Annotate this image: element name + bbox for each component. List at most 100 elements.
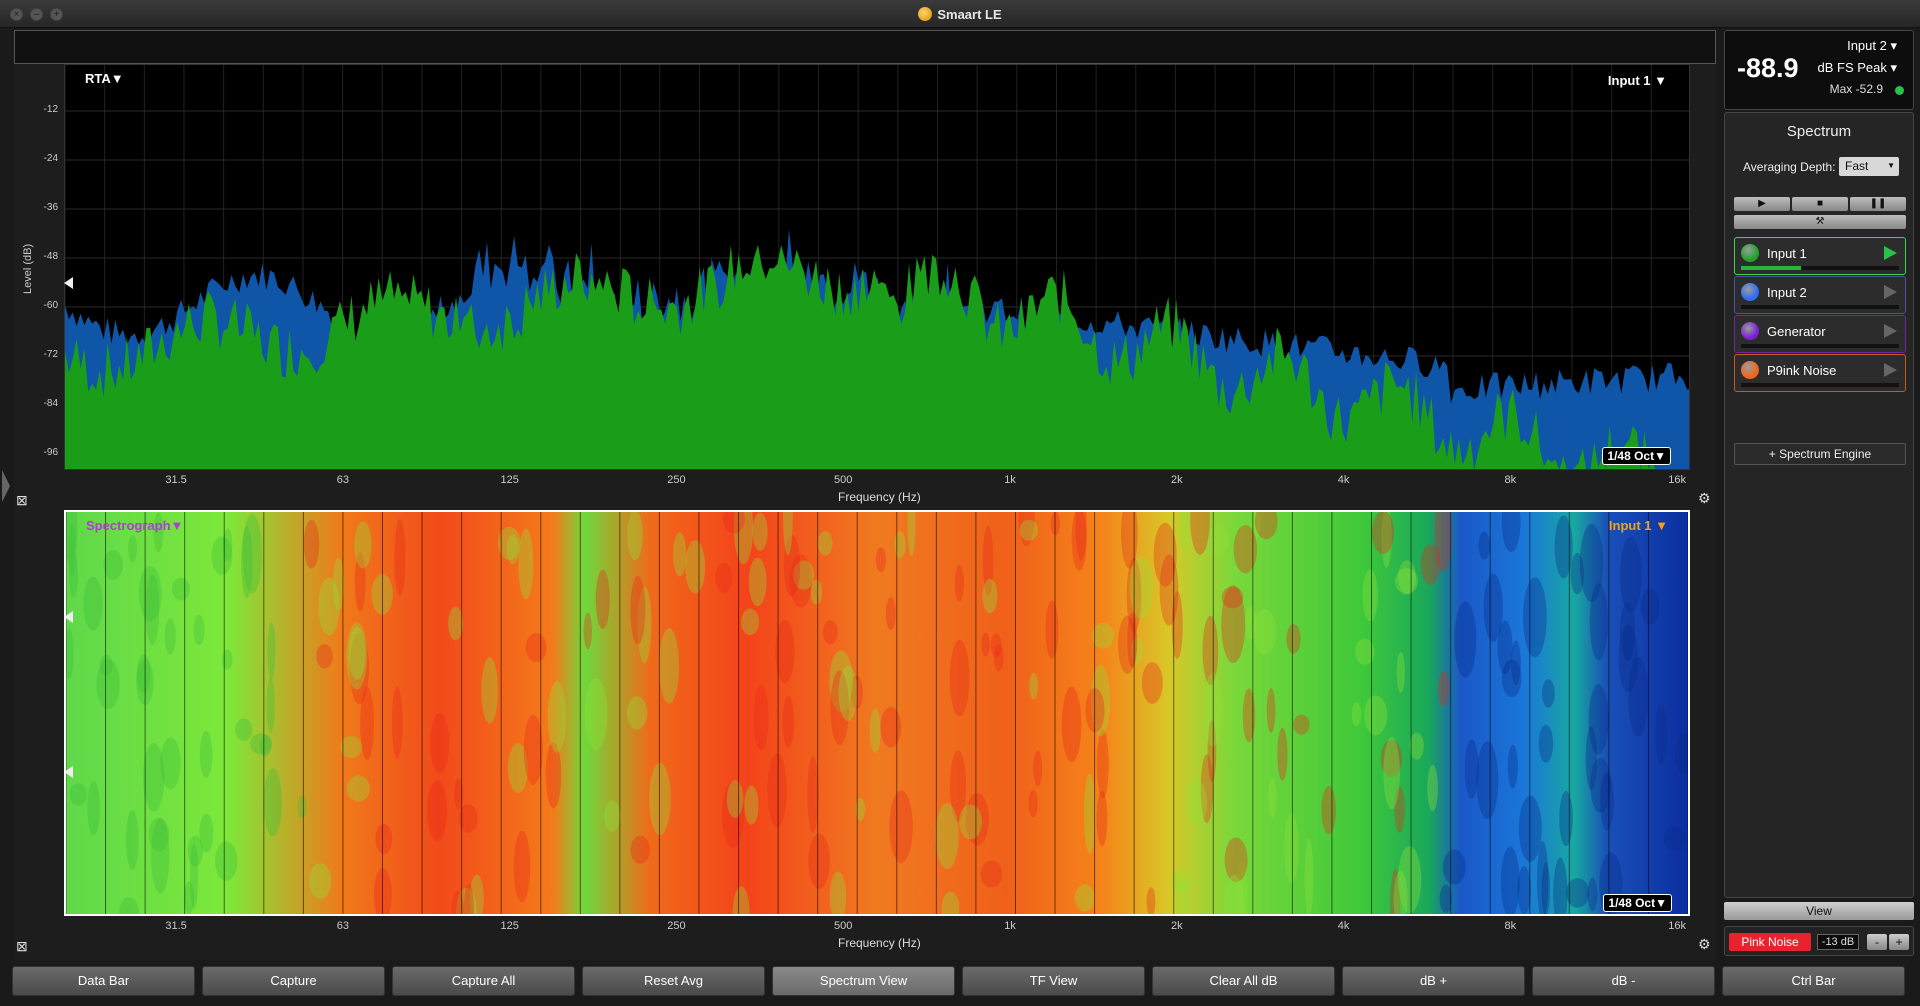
spectrograph-texture xyxy=(222,649,233,670)
generator-level[interactable]: -13 dB xyxy=(1817,934,1859,950)
close-plot-icon[interactable]: ⊠ xyxy=(16,492,28,509)
spectrograph-texture xyxy=(1074,884,1095,912)
rta-type-tag[interactable]: RTA▼ xyxy=(85,71,124,86)
db-button[interactable]: dB - xyxy=(1532,966,1715,996)
spectrograph-settings-gear-icon[interactable]: ⚙ xyxy=(1698,936,1711,953)
spectrograph-texture xyxy=(1286,623,1301,654)
spectrograph-texture xyxy=(1277,727,1288,781)
source-label: P9ink Noise xyxy=(1767,363,1837,378)
spectrograph-texture xyxy=(171,577,190,601)
ctrl-bar-button[interactable]: Ctrl Bar xyxy=(1722,966,1905,996)
spectrograph-texture xyxy=(332,557,344,611)
spectrograph-x-tick: 63 xyxy=(336,920,349,932)
reset-avg-button[interactable]: Reset Avg xyxy=(582,966,765,996)
spectrograph-texture xyxy=(1266,688,1276,734)
source-play-icon[interactable] xyxy=(1884,246,1897,260)
spectrograph-texture xyxy=(391,686,403,760)
meter-input-select[interactable]: Input 2 ▾ xyxy=(1847,38,1897,54)
source-button-input-2[interactable]: Input 2 xyxy=(1734,276,1906,314)
rta-input-tag[interactable]: Input 1 ▼ xyxy=(1608,73,1667,88)
spectrograph-upper-marker[interactable] xyxy=(64,611,73,623)
data-bar xyxy=(14,30,1716,64)
spectrograph-texture xyxy=(523,714,543,785)
spectrograph-texture xyxy=(1501,659,1522,698)
spectrograph-texture xyxy=(354,521,372,569)
spectrograph-type-tag[interactable]: Spectrograph▼ xyxy=(86,518,183,533)
spectrum-view-button[interactable]: Spectrum View xyxy=(772,966,955,996)
capture-button[interactable]: Capture xyxy=(202,966,385,996)
spectrograph-texture xyxy=(193,614,205,646)
settings-gear-icon[interactable]: ⚙ xyxy=(1698,490,1711,507)
generator-minus-button[interactable]: - xyxy=(1867,934,1887,950)
rta-y-tick: -12 xyxy=(43,104,58,115)
source-play-icon[interactable] xyxy=(1884,363,1897,377)
pause-button[interactable]: ❚❚ xyxy=(1850,197,1906,211)
spectrograph-texture xyxy=(128,535,138,563)
spectrograph-texture xyxy=(263,768,282,837)
spectrograph-texture xyxy=(1045,600,1059,659)
tools-button[interactable]: ⚒ xyxy=(1734,215,1906,229)
capture-all-button[interactable]: Capture All xyxy=(392,966,575,996)
stop-button[interactable]: ■ xyxy=(1792,197,1848,211)
view-button[interactable]: View xyxy=(1724,902,1914,920)
spectrograph-texture xyxy=(875,547,886,573)
spectrograph-texture xyxy=(1033,750,1043,787)
spectrograph-texture xyxy=(1061,686,1082,763)
meter-max: Max -52.9 xyxy=(1829,82,1883,96)
window-title: Smaart LE xyxy=(0,7,1920,22)
rta-x-tick: 63 xyxy=(336,474,349,486)
spectrograph-plot[interactable]: Spectrograph▼ Input 1 ▼ 1/48 Oct▼ xyxy=(64,510,1690,916)
spectrograph-texture xyxy=(1028,790,1038,818)
source-play-icon[interactable] xyxy=(1884,324,1897,338)
source-button-p9ink-noise[interactable]: P9ink Noise xyxy=(1734,354,1906,392)
source-level-bar xyxy=(1741,383,1899,387)
spectrograph-texture xyxy=(1284,812,1299,884)
meter-mode-text: dB FS Peak xyxy=(1817,60,1887,75)
spectrograph-texture xyxy=(726,780,744,818)
spectrograph-texture xyxy=(1096,791,1108,847)
spectrograph-input-tag[interactable]: Input 1 ▼ xyxy=(1609,518,1668,533)
spectrograph-texture xyxy=(752,512,768,551)
spectrograph-texture xyxy=(138,566,162,622)
rta-plot[interactable]: RTA▼ Input 1 ▼ 1/48 Oct▼ xyxy=(64,64,1690,470)
spectrograph-texture xyxy=(429,713,450,774)
play-icon: ▶ xyxy=(1758,198,1766,209)
spectrograph-type-text: Spectrograph xyxy=(86,518,171,533)
spectrograph-texture xyxy=(1442,849,1466,885)
db-button[interactable]: dB + xyxy=(1342,966,1525,996)
pink-noise-button[interactable]: Pink Noise xyxy=(1729,933,1811,951)
averaging-select[interactable]: Fast ▼ xyxy=(1839,157,1899,176)
spectrograph-texture xyxy=(525,633,547,663)
spectrograph-texture xyxy=(103,549,123,580)
tf-view-button[interactable]: TF View xyxy=(962,966,1145,996)
play-button[interactable]: ▶ xyxy=(1734,197,1790,211)
spectrograph-texture xyxy=(715,562,733,593)
rta-x-tick: 4k xyxy=(1337,474,1350,486)
spectrograph-texture xyxy=(125,809,139,870)
rta-x-tick: 1k xyxy=(1004,474,1016,486)
add-spectrum-engine-button[interactable]: + Spectrum Engine xyxy=(1734,443,1906,465)
generator-plus-button[interactable]: + xyxy=(1889,934,1909,950)
close-spectrograph-icon[interactable]: ⊠ xyxy=(16,938,28,955)
spectrograph-texture xyxy=(68,551,79,598)
sidebar-toggle-handle[interactable] xyxy=(2,470,10,502)
spectrograph-texture xyxy=(583,612,592,650)
spectrograph-resolution-badge[interactable]: 1/48 Oct▼ xyxy=(1603,894,1672,912)
meter-mode-select[interactable]: dB FS Peak ▾ xyxy=(1817,60,1897,76)
rta-type-text: RTA xyxy=(85,71,111,86)
spectrograph-texture xyxy=(297,795,307,819)
spectrograph-texture xyxy=(880,706,902,748)
source-play-icon[interactable] xyxy=(1884,285,1897,299)
spectrograph-texture xyxy=(630,835,650,864)
clear-all-db-button[interactable]: Clear All dB xyxy=(1152,966,1335,996)
spectrograph-texture xyxy=(1483,573,1503,642)
source-button-generator[interactable]: Generator xyxy=(1734,315,1906,353)
rta-resolution-badge[interactable]: 1/48 Oct▼ xyxy=(1602,447,1671,465)
source-button-input-1[interactable]: Input 1 xyxy=(1734,237,1906,275)
rta-level-marker[interactable] xyxy=(64,277,73,289)
data-bar-button[interactable]: Data Bar xyxy=(12,966,195,996)
spectrograph-texture xyxy=(1208,523,1229,557)
spectrograph-texture xyxy=(1221,585,1246,664)
spectrograph-texture xyxy=(164,618,176,655)
spectrograph-lower-marker[interactable] xyxy=(64,766,73,778)
